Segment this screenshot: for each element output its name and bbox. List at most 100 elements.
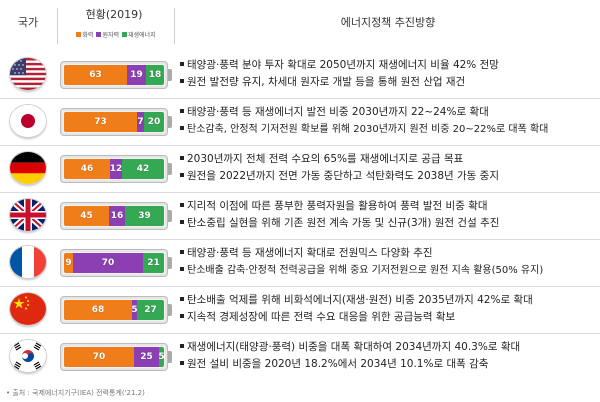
energy-mix-bar: 73 7 20 (64, 112, 164, 132)
bullet-square-icon (180, 250, 184, 254)
energy-mix-bar: 70 25 5 (64, 347, 164, 367)
france-flag-icon (10, 246, 46, 278)
legend: 화력 원자력 재생에너지 (60, 30, 172, 39)
policy-bullet: 원전 설비 비중을 2020년 18.2%에서 2034년 10.1%로 대폭 … (180, 356, 596, 373)
renewable-segment: 27 (137, 300, 164, 320)
bullet-square-icon (180, 267, 184, 271)
legend-swatch-nuclear (96, 32, 102, 37)
nuclear-segment: 70 (73, 253, 143, 273)
legend-swatch-renewable (122, 32, 127, 37)
battery-tip (168, 69, 172, 81)
policy-bullet: 태양광·풍력 등 재생에너지 확대로 전원믹스 다양화 추진 (180, 245, 596, 262)
renewable-segment: 18 (146, 65, 164, 85)
table-row-china: 68 5 27 탄소배출 억제를 위해 비화석에너지(재생·원전) 비중 203… (0, 287, 600, 334)
policy-bullet: 탄소감축, 안정적 기저전원 확보를 위해 2030년까지 원전 비중 20~2… (180, 121, 596, 138)
source-note: • 출처 : 국제에너지기구(IEA) 전력통계('21.2) (6, 389, 145, 397)
flag-cell (8, 340, 48, 372)
china-flag-icon (10, 293, 46, 325)
energy-mix-bar: 45 16 39 (64, 206, 164, 226)
energy-mix-battery: 73 7 20 (60, 108, 168, 136)
bullet-square-icon (180, 220, 184, 224)
status-column-header: 현황(2019) (85, 8, 143, 21)
battery-tip (168, 304, 172, 316)
flag-cell (8, 293, 48, 325)
thermal-segment: 46 (64, 159, 110, 179)
column-divider (57, 8, 58, 44)
policy-cell: 태양광·풍력 분야 투자 확대로 2050년까지 재생에너지 비율 42% 전망… (180, 57, 596, 91)
energy-mix-bar: 9 70 21 (64, 253, 164, 273)
policy-cell: 지리적 이점에 따른 풍부한 풍력자원을 활용하여 풍력 발전 비중 확대 탄소… (180, 198, 596, 232)
energy-mix-battery: 63 19 18 (60, 61, 168, 89)
policy-bullet: 원전 발전량 유지, 차세대 원자로 개발 등을 통해 원전 산업 재건 (180, 74, 596, 91)
policy-bullet: 태양광·풍력 분야 투자 확대로 2050년까지 재생에너지 비율 42% 전망 (180, 57, 596, 74)
uk-flag-icon (10, 199, 46, 231)
battery-tip (168, 116, 172, 128)
legend-swatch-thermal (76, 32, 82, 37)
bullet-square-icon (180, 109, 184, 113)
renewable-segment: 21 (143, 253, 164, 273)
policy-cell: 2030년까지 전체 전력 수요의 65%를 재생에너지로 공급 목표 원전을 … (180, 151, 596, 185)
energy-mix-bar: 68 5 27 (64, 300, 164, 320)
japan-flag-icon (10, 105, 46, 137)
energy-mix-battery: 45 16 39 (60, 202, 168, 230)
policy-cell: 탄소배출 억제를 위해 비화석에너지(재생·원전) 비중 2035년까지 42%… (180, 292, 596, 326)
battery-tip (168, 351, 172, 363)
table-row-korea: 70 25 5 재생에너지(태양광·풍력) 비중을 대폭 확대하여 2034년까… (0, 334, 600, 379)
renewable-segment: 20 (144, 112, 164, 132)
renewable-segment: 42 (122, 159, 164, 179)
thermal-segment: 45 (64, 206, 109, 226)
flag-cell (8, 105, 48, 137)
battery-tip (168, 257, 172, 269)
energy-mix-battery: 9 70 21 (60, 249, 168, 277)
thermal-segment: 70 (64, 347, 134, 367)
nuclear-segment: 12 (110, 159, 122, 179)
policy-bullet: 탄소배출 억제를 위해 비화석에너지(재생·원전) 비중 2035년까지 42%… (180, 292, 596, 309)
bullet-square-icon (180, 126, 184, 130)
legend-item-thermal: 화력 (76, 30, 93, 39)
policy-bullet: 2030년까지 전체 전력 수요의 65%를 재생에너지로 공급 목표 (180, 151, 596, 168)
bullet-square-icon (180, 173, 184, 177)
renewable-segment: 5 (159, 347, 164, 367)
nuclear-segment: 19 (127, 65, 146, 85)
thermal-segment: 63 (64, 65, 127, 85)
korea-flag-icon (10, 340, 46, 372)
policy-column-header: 에너지정책 추진방향 (340, 16, 436, 29)
column-divider (174, 8, 175, 44)
table-row-japan: 73 7 20 태양광·풍력 등 재생에너지 발전 비중 2030년까지 22~… (0, 99, 600, 146)
bullet-square-icon (180, 314, 184, 318)
policy-cell: 태양광·풍력 등 재생에너지 확대로 전원믹스 다양화 추진 탄소배출 감축·안… (180, 245, 596, 279)
thermal-segment: 9 (64, 253, 73, 273)
bullet-square-icon (180, 203, 184, 207)
usa-flag-icon (10, 58, 46, 90)
policy-cell: 태양광·풍력 등 재생에너지 발전 비중 2030년까지 22~24%로 확대 … (180, 104, 596, 138)
policy-bullet: 재생에너지(태양광·풍력) 비중을 대폭 확대하여 2034년까지 40.3%로… (180, 339, 596, 356)
thermal-segment: 68 (64, 300, 132, 320)
energy-mix-bar: 46 12 42 (64, 159, 164, 179)
table-row-usa: 63 19 18 태양광·풍력 분야 투자 확대로 2050년까지 재생에너지 … (0, 52, 600, 99)
policy-bullet: 탄소중립 실현을 위해 기존 원전 계속 가동 및 신규(3개) 원전 건설 추… (180, 215, 596, 232)
policy-bullet: 지리적 이점에 따른 풍부한 풍력자원을 활용하여 풍력 발전 비중 확대 (180, 198, 596, 215)
bullet-square-icon (180, 361, 184, 365)
nuclear-segment: 25 (134, 347, 159, 367)
bullet-square-icon (180, 156, 184, 160)
flag-cell (8, 152, 48, 184)
policy-bullet: 탄소배출 감축·안정적 전력공급을 위해 중요 기저전원으로 원전 지속 활용(… (180, 262, 596, 279)
table-row-france: 9 70 21 태양광·풍력 등 재생에너지 확대로 전원믹스 다양화 추진 탄… (0, 240, 600, 287)
legend-item-nuclear: 원자력 (96, 30, 119, 39)
battery-tip (168, 163, 172, 175)
legend-item-renewable: 재생에너지 (122, 30, 156, 39)
energy-mix-battery: 68 5 27 (60, 296, 168, 324)
germany-flag-icon (10, 152, 46, 184)
battery-tip (168, 210, 172, 222)
table-header: 국가 현황(2019) 화력 원자력 재생에너지 에너지정책 추진방향 (0, 0, 600, 52)
policy-cell: 재생에너지(태양광·풍력) 비중을 대폭 확대하여 2034년까지 40.3%로… (180, 339, 596, 373)
flag-cell (8, 246, 48, 278)
bullet-square-icon (180, 297, 184, 301)
renewable-segment: 39 (125, 206, 164, 226)
table-row-uk: 45 16 39 지리적 이점에 따른 풍부한 풍력자원을 활용하여 풍력 발전… (0, 193, 600, 240)
policy-bullet: 지속적 경제성장에 따른 전력 수요 대응을 위한 공급능력 확보 (180, 309, 596, 326)
policy-bullet: 태양광·풍력 등 재생에너지 발전 비중 2030년까지 22~24%로 확대 (180, 104, 596, 121)
flag-cell (8, 199, 48, 231)
energy-mix-bar: 63 19 18 (64, 65, 164, 85)
thermal-segment: 73 (64, 112, 137, 132)
